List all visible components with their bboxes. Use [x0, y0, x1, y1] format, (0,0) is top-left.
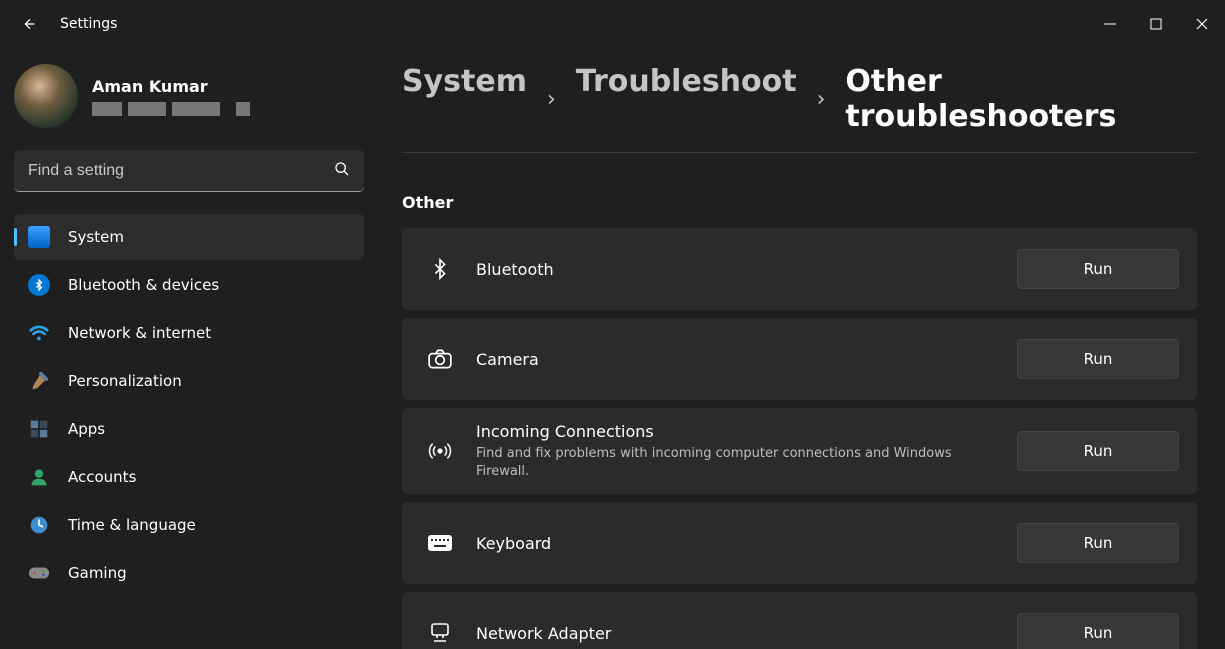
window-title: Settings — [60, 16, 117, 32]
chevron-right-icon: › — [547, 87, 556, 112]
troubleshooter-camera: Camera Run — [402, 318, 1197, 400]
search-icon[interactable] — [334, 161, 350, 181]
troubleshooter-network-adapter: Network Adapter Run — [402, 592, 1197, 649]
profile-block[interactable]: Aman Kumar — [14, 60, 364, 146]
sidebar-item-label: Personalization — [68, 372, 182, 390]
breadcrumb: System › Troubleshoot › Other troublesho… — [402, 64, 1197, 153]
run-button[interactable]: Run — [1017, 523, 1179, 563]
sidebar-item-time-language[interactable]: Time & language — [14, 502, 364, 548]
troubleshooter-title: Keyboard — [476, 534, 995, 553]
paintbrush-icon — [28, 370, 50, 392]
sidebar-item-label: System — [68, 228, 124, 246]
sidebar-item-label: Accounts — [68, 468, 136, 486]
profile-name: Aman Kumar — [92, 77, 250, 96]
keyboard-icon — [426, 529, 454, 557]
breadcrumb-troubleshoot[interactable]: Troubleshoot — [576, 64, 797, 99]
sidebar-item-label: Network & internet — [68, 324, 211, 342]
sidebar-item-label: Bluetooth & devices — [68, 276, 219, 294]
sidebar-item-apps[interactable]: Apps — [14, 406, 364, 452]
search-input[interactable] — [14, 150, 364, 192]
sidebar-item-network-internet[interactable]: Network & internet — [14, 310, 364, 356]
troubleshooter-list: Bluetooth Run Camera Run Incoming Connec — [402, 228, 1197, 649]
troubleshooter-keyboard: Keyboard Run — [402, 502, 1197, 584]
sidebar-nav: System Bluetooth & devices Network & int… — [14, 214, 364, 596]
network-adapter-icon — [426, 619, 454, 647]
bluetooth-outline-icon — [426, 255, 454, 283]
troubleshooter-title: Bluetooth — [476, 260, 995, 279]
sidebar-item-personalization[interactable]: Personalization — [14, 358, 364, 404]
run-button[interactable]: Run — [1017, 249, 1179, 289]
troubleshooter-bluetooth: Bluetooth Run — [402, 228, 1197, 310]
close-button[interactable] — [1179, 8, 1225, 40]
breadcrumb-current: Other troubleshooters — [845, 64, 1197, 134]
troubleshooter-title: Camera — [476, 350, 995, 369]
run-button[interactable]: Run — [1017, 613, 1179, 649]
antenna-icon — [426, 437, 454, 465]
apps-icon — [28, 418, 50, 440]
troubleshooter-title: Network Adapter — [476, 624, 995, 643]
camera-icon — [426, 345, 454, 373]
run-button[interactable]: Run — [1017, 431, 1179, 471]
troubleshooter-title: Incoming Connections — [476, 422, 995, 441]
sidebar-item-label: Gaming — [68, 564, 127, 582]
sidebar-item-bluetooth-devices[interactable]: Bluetooth & devices — [14, 262, 364, 308]
back-button[interactable] — [14, 8, 46, 40]
run-button[interactable]: Run — [1017, 339, 1179, 379]
section-heading-other: Other — [402, 193, 1197, 212]
person-icon — [28, 466, 50, 488]
bluetooth-icon — [28, 274, 50, 296]
sidebar-item-system[interactable]: System — [14, 214, 364, 260]
sidebar-item-label: Time & language — [68, 516, 196, 534]
wifi-icon — [28, 322, 50, 344]
troubleshooter-desc: Find and fix problems with incoming comp… — [476, 445, 995, 480]
avatar — [14, 64, 78, 128]
sidebar: Aman Kumar System Bluetooth & devic — [0, 48, 378, 649]
titlebar: Settings — [0, 0, 1225, 48]
chevron-right-icon: › — [817, 87, 826, 112]
profile-email-redacted — [92, 102, 250, 116]
window-controls — [1087, 8, 1225, 40]
main-content: System › Troubleshoot › Other troublesho… — [378, 48, 1225, 649]
sidebar-item-accounts[interactable]: Accounts — [14, 454, 364, 500]
display-icon — [28, 226, 50, 248]
clock-icon — [28, 514, 50, 536]
troubleshooter-incoming-connections: Incoming Connections Find and fix proble… — [402, 408, 1197, 494]
maximize-button[interactable] — [1133, 8, 1179, 40]
gamepad-icon — [28, 562, 50, 584]
breadcrumb-system[interactable]: System — [402, 64, 527, 99]
sidebar-item-label: Apps — [68, 420, 105, 438]
minimize-button[interactable] — [1087, 8, 1133, 40]
sidebar-item-gaming[interactable]: Gaming — [14, 550, 364, 596]
